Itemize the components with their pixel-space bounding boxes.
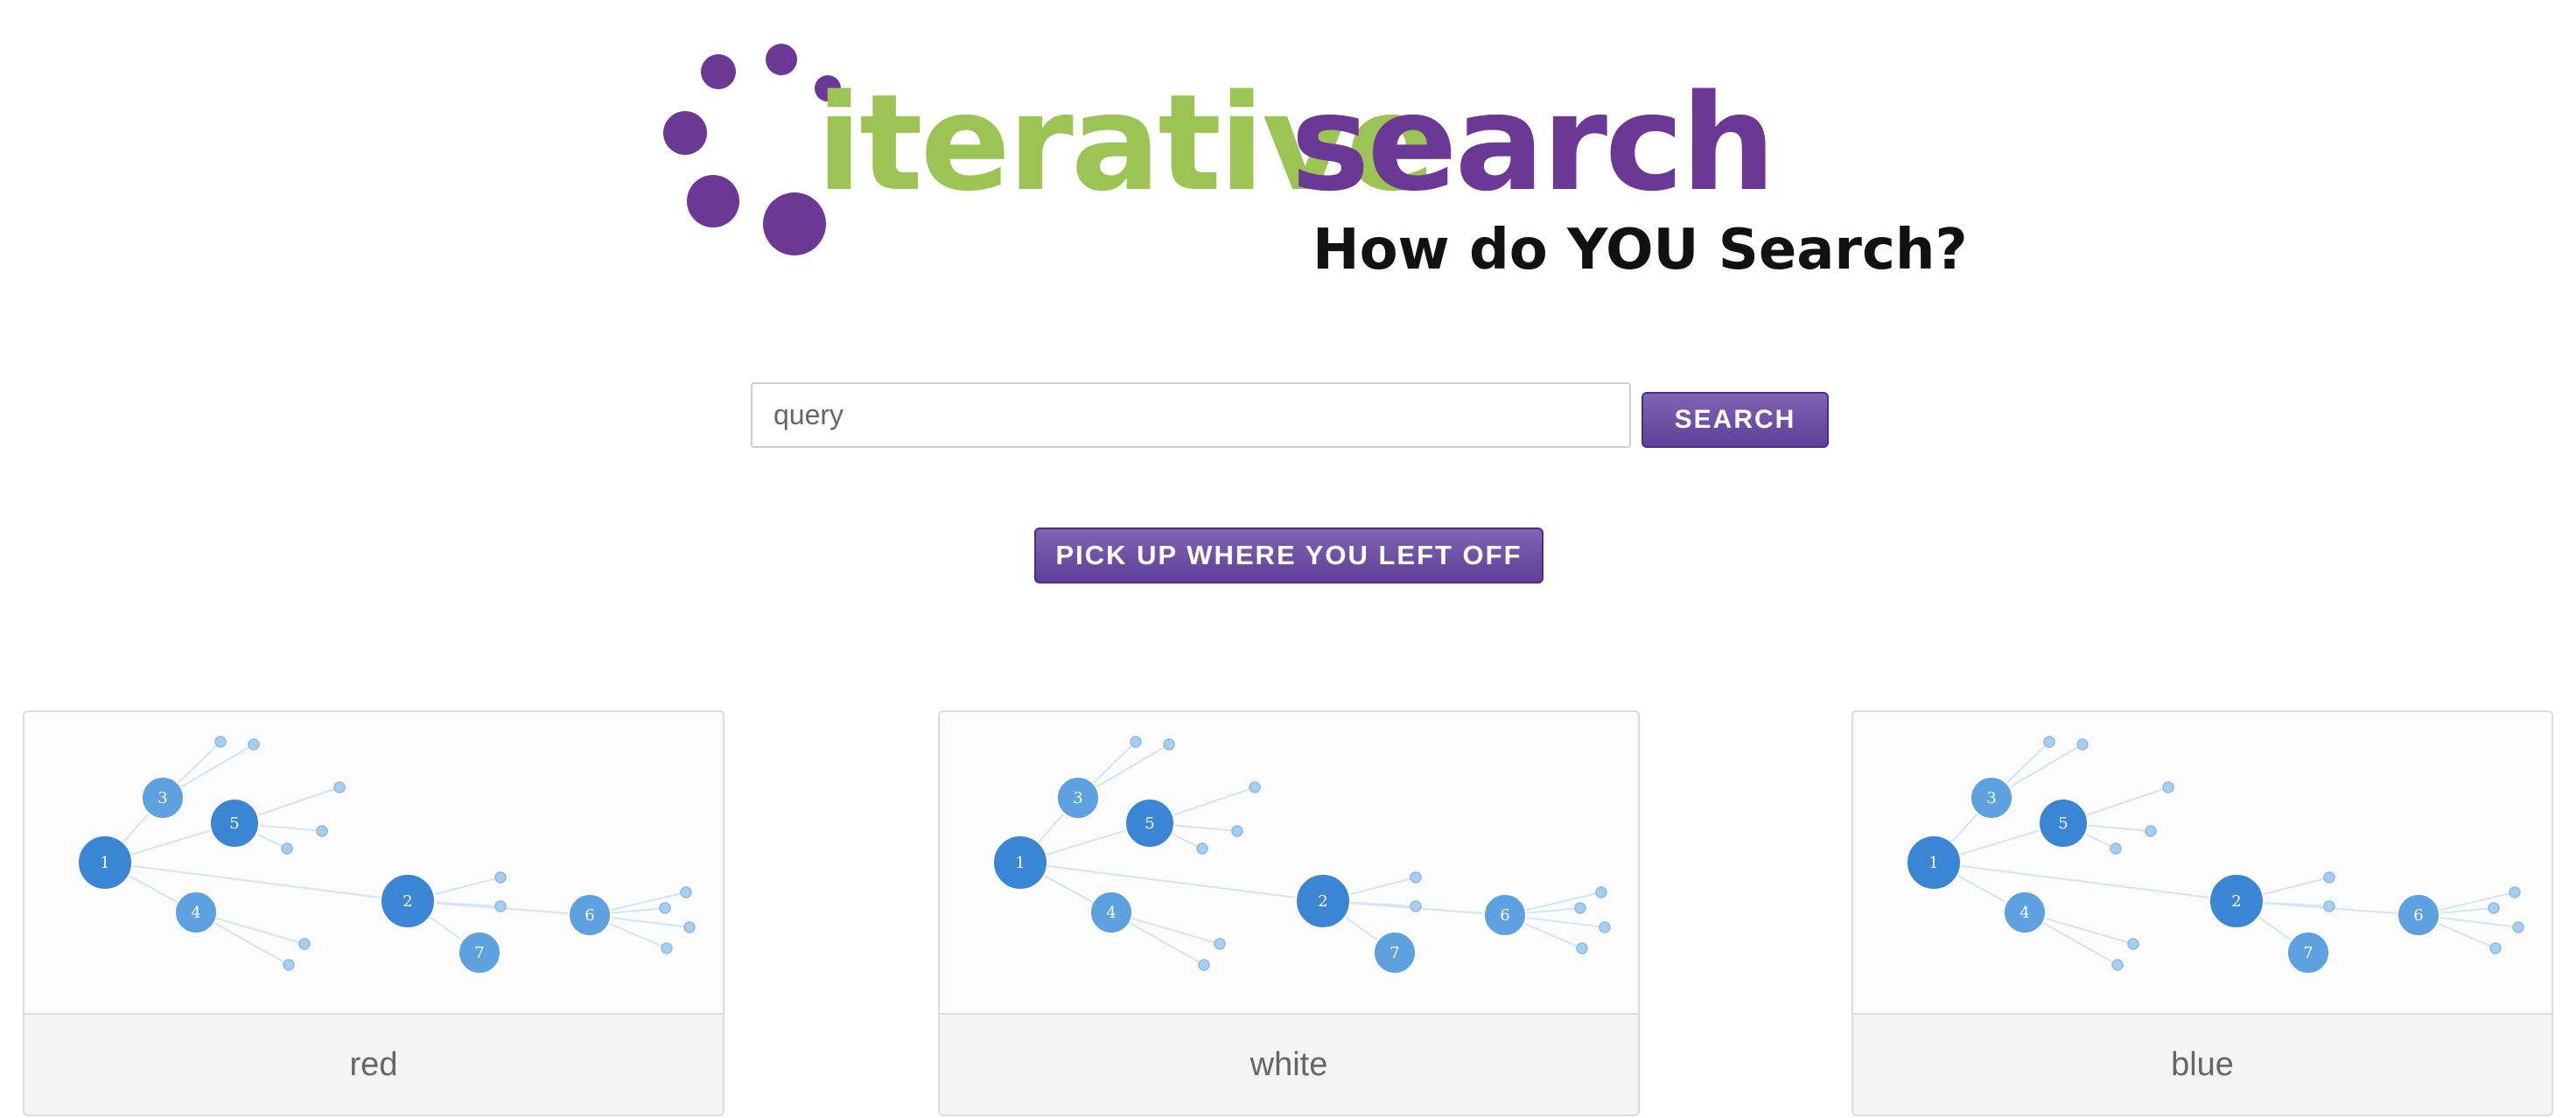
graph-node-label: 7 <box>2303 944 2313 962</box>
graph-leaf-node <box>2145 825 2157 837</box>
graph-leaf-node <box>2509 886 2521 898</box>
graph-leaf-node <box>683 921 696 933</box>
graph-node-label: 4 <box>191 904 200 922</box>
graph-leaf-node <box>316 825 328 837</box>
graph-node-label: 4 <box>1106 904 1116 922</box>
graph-node-label: 1 <box>1015 854 1025 872</box>
graph-node-label: 2 <box>2231 892 2241 911</box>
graph-node-label: 5 <box>229 814 239 833</box>
graph-leaf-node <box>1249 781 1261 793</box>
graph-leaf-node <box>1574 902 1586 914</box>
graph-leaf-node <box>2162 781 2174 793</box>
graph-leaf-node <box>283 959 295 971</box>
graph-thumbnail: 1 2 3 4 5 6 7 <box>77 736 696 975</box>
graph-leaf-node <box>333 781 346 793</box>
graph-leaf-node <box>2043 736 2055 748</box>
graph-node-label: 3 <box>158 789 167 807</box>
graph-leaf-node <box>1599 921 1611 933</box>
graph-node-label: 3 <box>1073 789 1082 807</box>
graph-node-label: 1 <box>100 854 109 872</box>
graph-leaf-node <box>1410 871 1422 884</box>
graph-node-label: 7 <box>474 944 484 962</box>
graph-leaf-node <box>1130 736 1142 748</box>
graph-leaf-node <box>1196 842 1208 855</box>
logo-text-search: search <box>1291 66 1775 220</box>
graph-edge <box>1019 862 1324 902</box>
tagline: How do YOU Search? <box>1312 218 1968 283</box>
graph-leaf-node <box>214 736 227 748</box>
graph-leaf-node <box>2110 842 2122 855</box>
result-card-blue[interactable]: 1 2 3 4 5 6 7 blue <box>1852 710 2553 1116</box>
graph-node-label: 6 <box>1500 906 1509 925</box>
graph-leaf-node <box>1576 942 1588 954</box>
search-input[interactable] <box>751 382 1631 448</box>
card-label: red <box>24 1013 723 1115</box>
result-card-red[interactable]: 1 2 3 4 5 6 7 red <box>23 710 724 1116</box>
graph-leaf-node <box>1214 938 1226 950</box>
graph-thumbnail: 1 2 3 4 5 6 7 <box>992 736 1611 975</box>
graph-leaf-node <box>281 842 293 855</box>
graph-leaf-node <box>2111 959 2124 971</box>
graph-leaf-node <box>2323 900 2335 912</box>
graph-node-label: 1 <box>1928 854 1938 872</box>
graph-leaf-node <box>1231 825 1243 837</box>
graph-thumbnail: 1 2 3 4 5 6 7 <box>1906 736 2524 975</box>
graph-leaf-node <box>2512 921 2524 933</box>
graph-edge <box>104 862 409 902</box>
graph-leaf-node <box>661 942 673 954</box>
graph-leaf-node <box>1198 959 1210 971</box>
card-label: blue <box>1853 1013 2552 1115</box>
graph-node-label: 2 <box>1318 892 1327 911</box>
card-label: white <box>940 1013 1638 1115</box>
graph-node-label: 5 <box>2058 814 2068 833</box>
graph-leaf-node <box>2076 738 2089 751</box>
graph-leaf-node <box>494 871 507 884</box>
graph-leaf-node <box>1410 900 1422 912</box>
graph-node-label: 3 <box>1986 789 1996 807</box>
pick-up-where-you-left-off-button[interactable]: PICK UP WHERE YOU LEFT OFF <box>1034 528 1544 583</box>
graph-leaf-node <box>494 900 507 912</box>
graph-node-label: 6 <box>584 906 594 925</box>
graph-node-label: 6 <box>2413 906 2423 925</box>
graph-leaf-node <box>1163 738 1175 751</box>
graph-node-label: 5 <box>1144 814 1154 833</box>
graph-leaf-node <box>2127 938 2139 950</box>
graph-node-label: 4 <box>2020 904 2029 922</box>
graph-leaf-node <box>2488 902 2500 914</box>
graph-node-label: 7 <box>1390 944 1399 962</box>
graph-leaf-node <box>2323 871 2335 884</box>
graph-leaf-node <box>659 902 671 914</box>
graph-leaf-node <box>680 886 692 898</box>
graph-leaf-node <box>1595 886 1607 898</box>
graph-leaf-node <box>248 738 260 751</box>
graph-leaf-node <box>298 938 311 950</box>
graph-edge <box>1933 862 2237 902</box>
graph-leaf-node <box>2489 942 2502 954</box>
search-button[interactable]: SEARCH <box>1642 392 1829 448</box>
graph-node-label: 2 <box>402 892 412 911</box>
result-card-white[interactable]: 1 2 3 4 5 6 7 white <box>938 710 1640 1116</box>
